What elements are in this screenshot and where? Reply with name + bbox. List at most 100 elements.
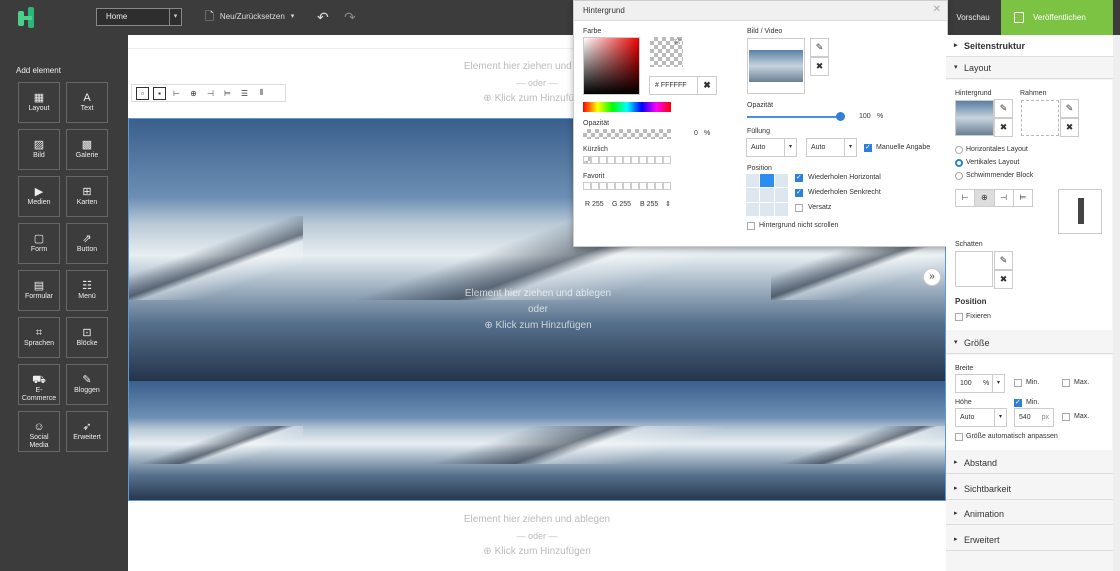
fill-x-select[interactable]: Auto ▾ bbox=[746, 138, 797, 157]
drop-zone-bottom[interactable]: Element hier ziehen und ablegen — oder —… bbox=[128, 512, 946, 560]
image-thumbnail[interactable] bbox=[747, 38, 805, 94]
rows-icon[interactable]: ☰ bbox=[238, 87, 251, 100]
min-width-checkbox[interactable] bbox=[1014, 379, 1022, 387]
image-opacity-value[interactable]: 100 bbox=[859, 113, 871, 120]
center-drop-zone[interactable]: Element hier ziehen und ablegen oder ⊕ K… bbox=[129, 286, 945, 334]
publish-button[interactable]: Veröffentlichen bbox=[1001, 0, 1113, 35]
element-tile-bloggen[interactable]: ✎ Bloggen bbox=[66, 364, 108, 405]
expand-icon[interactable]: » bbox=[923, 268, 941, 286]
r-value[interactable]: R 255 bbox=[585, 201, 604, 208]
element-tile-bild[interactable]: ▨ Bild bbox=[18, 129, 60, 170]
repeat-h-checkbox[interactable] bbox=[795, 173, 803, 182]
element-tile-erweitert[interactable]: ➶ Erweitert bbox=[66, 411, 108, 452]
recent-colors[interactable] bbox=[583, 156, 671, 164]
vertical-radio[interactable] bbox=[955, 159, 963, 167]
autosize-checkbox[interactable] bbox=[955, 433, 963, 441]
shadow-preview[interactable] bbox=[955, 251, 993, 287]
position-grid[interactable] bbox=[746, 174, 788, 216]
remove-icon[interactable]: ✖ bbox=[1060, 118, 1079, 137]
clear-icon[interactable]: ✖ bbox=[697, 77, 716, 94]
element-tile-formular[interactable]: ▤ Formular bbox=[18, 270, 60, 311]
advanced-header[interactable]: Erweitert bbox=[946, 529, 1120, 551]
color-picker-square[interactable] bbox=[583, 37, 640, 95]
chevron-down-icon: ▾ bbox=[994, 409, 1006, 426]
height-mode-select[interactable]: Auto ▾ bbox=[955, 408, 1007, 427]
scrollbar[interactable] bbox=[1113, 35, 1120, 571]
element-tile-galerie[interactable]: ▩ Galerie bbox=[66, 129, 108, 170]
edit-icon[interactable]: ✎ bbox=[994, 251, 1013, 270]
add-link[interactable]: Klick zum Hinzufügen bbox=[128, 544, 946, 560]
or-text: — oder — bbox=[516, 531, 558, 541]
fill-y-select[interactable]: Auto ▾ bbox=[806, 138, 857, 157]
element-tile-sprachen[interactable]: ⌗ Sprachen bbox=[18, 317, 60, 358]
element-tile-layout[interactable]: ▦ Layout bbox=[18, 82, 60, 123]
columns-icon[interactable]: ⫴ bbox=[255, 87, 268, 100]
align-center-icon[interactable]: ⊕ bbox=[975, 190, 995, 206]
offset-checkbox[interactable] bbox=[795, 204, 803, 212]
align-right-icon[interactable]: ⊣ bbox=[995, 190, 1014, 206]
remove-icon[interactable]: ✖ bbox=[994, 270, 1013, 289]
new-reset-button[interactable]: 🗋 Neu/Zurücksetzen ▾ bbox=[205, 8, 294, 26]
page-select[interactable]: Home ▾ bbox=[96, 8, 182, 26]
layout-header[interactable]: Layout bbox=[946, 57, 1120, 79]
slider-knob[interactable] bbox=[836, 112, 845, 121]
g-value[interactable]: G 255 bbox=[612, 201, 631, 208]
floating-radio[interactable] bbox=[955, 172, 963, 180]
border-preview[interactable] bbox=[1021, 100, 1059, 136]
vertical-align-preview[interactable] bbox=[1058, 189, 1102, 234]
opacity-slider[interactable] bbox=[583, 129, 671, 139]
visibility-header[interactable]: Sichtbarkeit bbox=[946, 478, 1120, 500]
repeat-v-checkbox[interactable] bbox=[795, 188, 803, 197]
favorite-colors[interactable] bbox=[583, 182, 671, 190]
add-link[interactable]: ⊕ Klick zum Hinzufügen bbox=[129, 318, 945, 334]
element-tile-blöcke[interactable]: ⊡ Blöcke bbox=[66, 317, 108, 358]
manual-checkbox[interactable] bbox=[864, 143, 872, 152]
edit-icon[interactable]: ✎ bbox=[810, 38, 829, 57]
edit-icon[interactable]: ✎ bbox=[1060, 99, 1079, 118]
remove-icon[interactable]: ✖ bbox=[994, 118, 1013, 137]
align-left-icon[interactable]: ⊢ bbox=[956, 190, 976, 206]
element-tile-text[interactable]: A Text bbox=[66, 82, 108, 123]
element-tile-label: Formular bbox=[24, 293, 53, 300]
align-right-icon[interactable]: ⊣ bbox=[204, 87, 217, 100]
min-height-checkbox[interactable] bbox=[1014, 398, 1022, 407]
element-tile-button[interactable]: ⇗ Button bbox=[66, 223, 108, 264]
horizontal-radio[interactable] bbox=[955, 146, 963, 154]
element-tile-e-commerce[interactable]: ⛟ E-Commerce bbox=[18, 364, 60, 405]
opacity-value[interactable]: 0 bbox=[694, 130, 698, 137]
max-width-checkbox[interactable] bbox=[1062, 379, 1070, 387]
edit-icon[interactable]: ✎ bbox=[994, 99, 1013, 118]
structure-header[interactable]: Seitenstruktur bbox=[946, 35, 1120, 57]
justify-icon[interactable]: ⊨ bbox=[1014, 190, 1032, 206]
noscroll-checkbox[interactable] bbox=[747, 222, 755, 230]
max-height-checkbox[interactable] bbox=[1062, 413, 1070, 421]
element-tile-medien[interactable]: ▶ Medien bbox=[18, 176, 60, 217]
close-icon[interactable]: ✕ bbox=[933, 4, 941, 15]
fix-checkbox[interactable] bbox=[955, 313, 963, 321]
element-tile-form[interactable]: ▢ Form bbox=[18, 223, 60, 264]
preview-button[interactable]: Vorschau bbox=[948, 0, 998, 35]
spacing-header[interactable]: Abstand bbox=[946, 452, 1120, 474]
width-input[interactable]: 100 % ▾ bbox=[955, 374, 1005, 393]
full-width-icon[interactable]: ▫ bbox=[136, 86, 149, 100]
b-value[interactable]: B 255 bbox=[640, 201, 658, 208]
star-icon[interactable]: ☆ bbox=[673, 36, 682, 47]
remove-icon[interactable]: ✖ bbox=[810, 57, 829, 76]
hue-slider[interactable] bbox=[583, 102, 671, 112]
element-tile-karten[interactable]: ⊞ Karten bbox=[66, 176, 108, 217]
image-opacity-slider[interactable] bbox=[747, 116, 840, 118]
animation-header[interactable]: Animation bbox=[946, 503, 1120, 525]
boxed-icon[interactable]: ▪ bbox=[153, 86, 166, 100]
background-thumbnail[interactable] bbox=[955, 100, 994, 136]
height-input[interactable]: 540 px bbox=[1014, 408, 1054, 427]
stepper-icon[interactable]: ⇕ bbox=[665, 200, 671, 208]
hex-input[interactable]: # FFFFFF ✖ bbox=[649, 76, 717, 95]
element-tile-menü[interactable]: ☷ Menü bbox=[66, 270, 108, 311]
element-tile-social-media[interactable]: ☺ Social Media bbox=[18, 411, 60, 452]
align-left-icon[interactable]: ⊢ bbox=[170, 87, 183, 100]
redo-icon[interactable]: ↷ bbox=[344, 9, 356, 25]
justify-icon[interactable]: ⊨ bbox=[221, 87, 234, 100]
undo-icon[interactable]: ↶ bbox=[317, 9, 329, 25]
size-header[interactable]: Größe bbox=[946, 332, 1120, 354]
align-center-icon[interactable]: ⊕ bbox=[187, 87, 200, 100]
